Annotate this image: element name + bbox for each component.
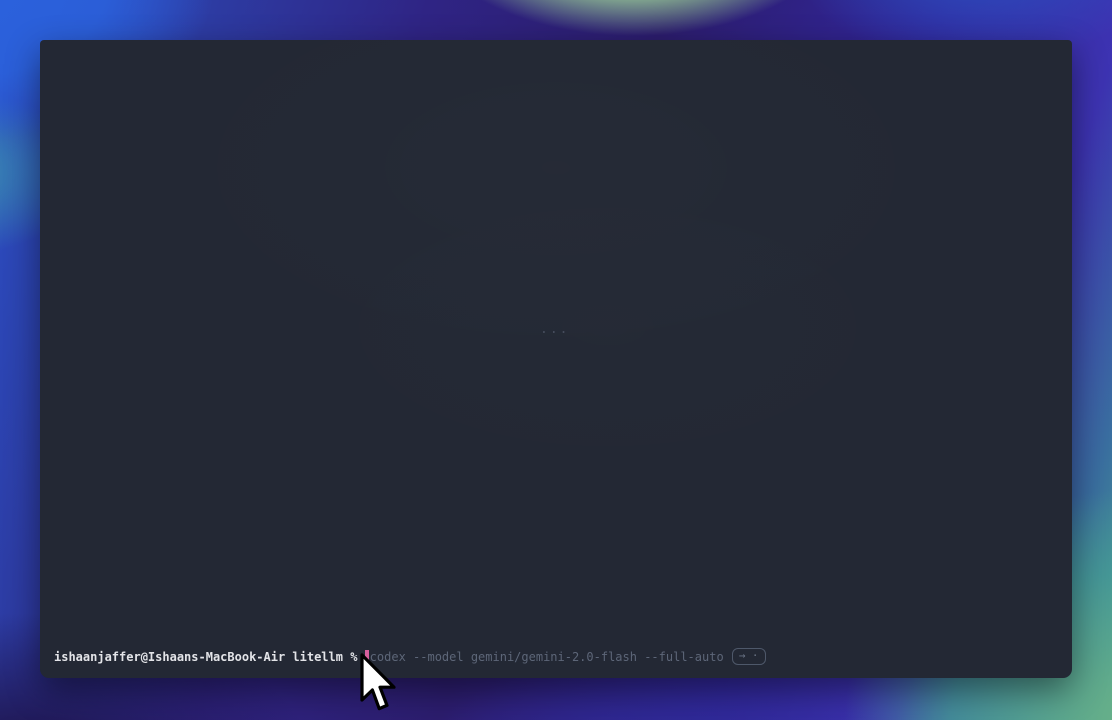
terminal-input-line[interactable]: ishaanjaffer@Ishaans-MacBook-Air litellm… bbox=[54, 648, 766, 665]
terminal-faded-ellipsis: ... bbox=[540, 322, 569, 337]
terminal-window[interactable]: ... ishaanjaffer@Ishaans-MacBook-Air lit… bbox=[40, 40, 1072, 678]
shell-prompt: ishaanjaffer@Ishaans-MacBook-Air litellm… bbox=[54, 649, 365, 665]
command-autosuggestion: codex --model gemini/gemini-2.0-flash --… bbox=[370, 649, 724, 665]
accept-suggestion-key-hint: → · bbox=[732, 648, 766, 665]
desktop-wallpaper: ... ishaanjaffer@Ishaans-MacBook-Air lit… bbox=[0, 0, 1112, 720]
text-caret bbox=[365, 650, 369, 664]
